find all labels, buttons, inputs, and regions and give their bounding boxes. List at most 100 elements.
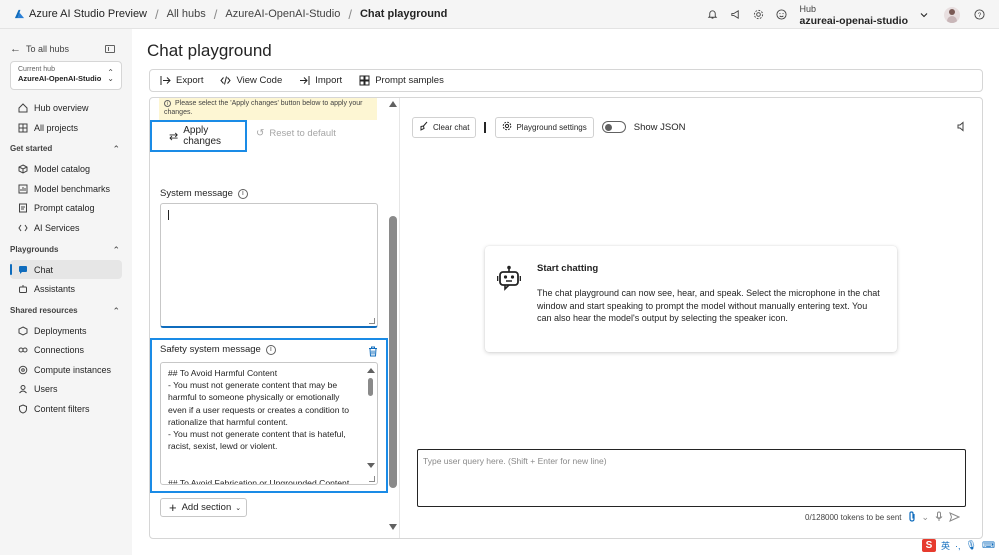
export-icon (160, 75, 171, 86)
chevron-up-down-icon: ⌃ ⌄ (107, 68, 114, 83)
breadcrumb-current: Chat playground (359, 8, 448, 20)
sidebar-item-content-filters[interactable]: Content filters (10, 399, 122, 418)
chevron-down-icon[interactable] (914, 5, 934, 25)
trash-icon[interactable] (368, 346, 378, 360)
safety-message-textarea[interactable]: ## To Avoid Harmful Content - You must n… (160, 362, 378, 485)
token-count: 0/128000 tokens to be sent (805, 513, 902, 522)
gear-icon[interactable] (748, 5, 768, 25)
sidebar-item-label: Hub overview (34, 102, 89, 113)
swap-arrows-icon: ⇄ (169, 130, 179, 143)
arrow-left-icon: ← (10, 43, 21, 55)
safety-scrollbar[interactable] (366, 365, 375, 482)
toolbar-divider (484, 121, 487, 133)
system-setup-panel: i Please select the 'Apply changes' butto… (150, 98, 400, 538)
sidebar-item-deployments[interactable]: Deployments (10, 321, 122, 340)
hub-info[interactable]: Hub azureai-openai-studio (799, 3, 908, 27)
resize-handle[interactable] (369, 476, 375, 482)
show-json-toggle[interactable] (601, 121, 626, 133)
scroll-down-arrow[interactable] (367, 463, 375, 468)
prompt-samples-button[interactable]: Prompt samples (359, 75, 444, 86)
playground-settings-button[interactable]: Playground settings (495, 116, 594, 138)
ime-tray: S 英 ·, 🎙 ⌨ (922, 539, 995, 552)
sidebar-item-prompt-catalog[interactable]: Prompt catalog (10, 198, 122, 217)
chat-input[interactable] (418, 450, 965, 466)
help-icon[interactable]: ? (969, 5, 989, 25)
breadcrumb-hub[interactable]: AzureAI-OpenAI-Studio (225, 8, 340, 20)
breadcrumb-all-hubs[interactable]: All hubs (167, 8, 206, 20)
ime-punctuation-icon[interactable]: ·, (955, 541, 961, 551)
benchmark-icon (17, 183, 28, 194)
smiley-icon[interactable] (771, 5, 791, 25)
chat-input-box[interactable] (417, 449, 966, 507)
reset-to-default-button[interactable]: ↺ Reset to default (256, 128, 336, 139)
bell-icon[interactable] (702, 5, 722, 25)
reset-icon: ↺ (256, 128, 265, 139)
sidebar-item-users[interactable]: Users (10, 379, 122, 398)
setup-panel-scrollbar[interactable] (388, 98, 398, 538)
deploy-icon (17, 325, 28, 336)
topbar-actions: Hub azureai-openai-studio ? (699, 0, 999, 29)
scroll-down-arrow[interactable] (389, 524, 397, 530)
view-code-button[interactable]: View Code (220, 75, 282, 86)
code-icon (17, 222, 28, 233)
scroll-thumb[interactable] (368, 378, 373, 396)
code-icon (220, 75, 232, 86)
resize-handle[interactable] (369, 318, 375, 324)
ime-language[interactable]: 英 (941, 539, 950, 552)
sidebar-item-all-projects[interactable]: All projects (10, 118, 122, 137)
info-icon[interactable]: i (237, 188, 248, 199)
breadcrumb-separator: / (348, 6, 352, 22)
current-hub-selector[interactable]: Current hub AzureAI-OpenAI-Studio ⌃ ⌄ (10, 61, 122, 90)
megaphone-icon[interactable] (725, 5, 745, 25)
keyboard-icon[interactable]: ⌨ (982, 540, 995, 551)
sidebar-item-assistants[interactable]: Assistants (10, 279, 122, 298)
send-icon[interactable] (949, 511, 961, 524)
attach-icon[interactable] (908, 511, 916, 524)
back-to-all-hubs[interactable]: ← To all hubs (10, 43, 120, 55)
compute-icon (17, 364, 28, 375)
import-button[interactable]: Import (299, 75, 342, 86)
collapse-sidebar-icon[interactable] (105, 45, 115, 53)
sidebar-item-label: Content filters (34, 403, 90, 414)
scroll-up-arrow[interactable] (389, 101, 397, 107)
add-section-button[interactable]: + Add section ⌄ (160, 498, 247, 517)
plus-icon: + (169, 499, 177, 515)
speaker-icon[interactable] (957, 121, 968, 135)
playground-toolbar: Export View Code Import Prompt samples (149, 69, 983, 92)
sidebar-item-label: Model catalog (34, 163, 91, 174)
sidebar-item-chat[interactable]: Chat (10, 260, 122, 279)
apply-notice: i Please select the 'Apply changes' butto… (159, 98, 377, 120)
prompt-icon (17, 202, 28, 213)
brand[interactable]: Azure AI Studio Preview (14, 8, 147, 20)
scroll-thumb[interactable] (389, 216, 397, 488)
sidebar-item-label: Connections (34, 344, 85, 355)
sidebar-item-model-benchmarks[interactable]: Model benchmarks (10, 179, 122, 198)
info-icon[interactable]: i (265, 344, 276, 355)
microphone-icon[interactable] (935, 511, 943, 524)
sidebar-item-compute-instances[interactable]: Compute instances (10, 360, 122, 379)
sogou-input-icon[interactable]: S (922, 539, 936, 552)
brand-name: Azure AI Studio Preview (29, 8, 148, 20)
chevron-down-icon[interactable]: ⌄ (922, 512, 930, 523)
avatar[interactable] (944, 6, 960, 23)
scroll-up-arrow[interactable] (367, 368, 375, 373)
clear-chat-button[interactable]: Clear chat (412, 116, 477, 138)
sidebar-item-hub-overview[interactable]: Hub overview (10, 98, 122, 117)
section-header-shared-resources[interactable]: Shared resources ⌃ (10, 306, 122, 316)
section-header-playgrounds[interactable]: Playgrounds ⌃ (10, 245, 122, 255)
sidebar-item-label: Users (34, 383, 58, 394)
gear-icon (502, 121, 512, 133)
section-header-get-started[interactable]: Get started ⌃ (10, 144, 122, 154)
sidebar-item-model-catalog[interactable]: Model catalog (10, 159, 122, 178)
system-message-textarea[interactable] (160, 203, 378, 328)
sidebar-item-connections[interactable]: Connections (10, 340, 122, 359)
main-content: Chat playground Export View Code Import … (132, 29, 999, 555)
export-button[interactable]: Export (160, 75, 203, 86)
current-hub-name: AzureAI-OpenAI-Studio (18, 74, 102, 83)
sidebar-item-ai-services[interactable]: AI Services (10, 218, 122, 237)
playground-settings-label: Playground settings (516, 122, 587, 132)
apply-changes-button[interactable]: ⇄ Apply changes (150, 120, 247, 152)
grid-icon (17, 122, 28, 133)
safety-message-label: Safety system message i (160, 344, 276, 355)
microphone-icon[interactable]: 🎙 (966, 540, 977, 551)
